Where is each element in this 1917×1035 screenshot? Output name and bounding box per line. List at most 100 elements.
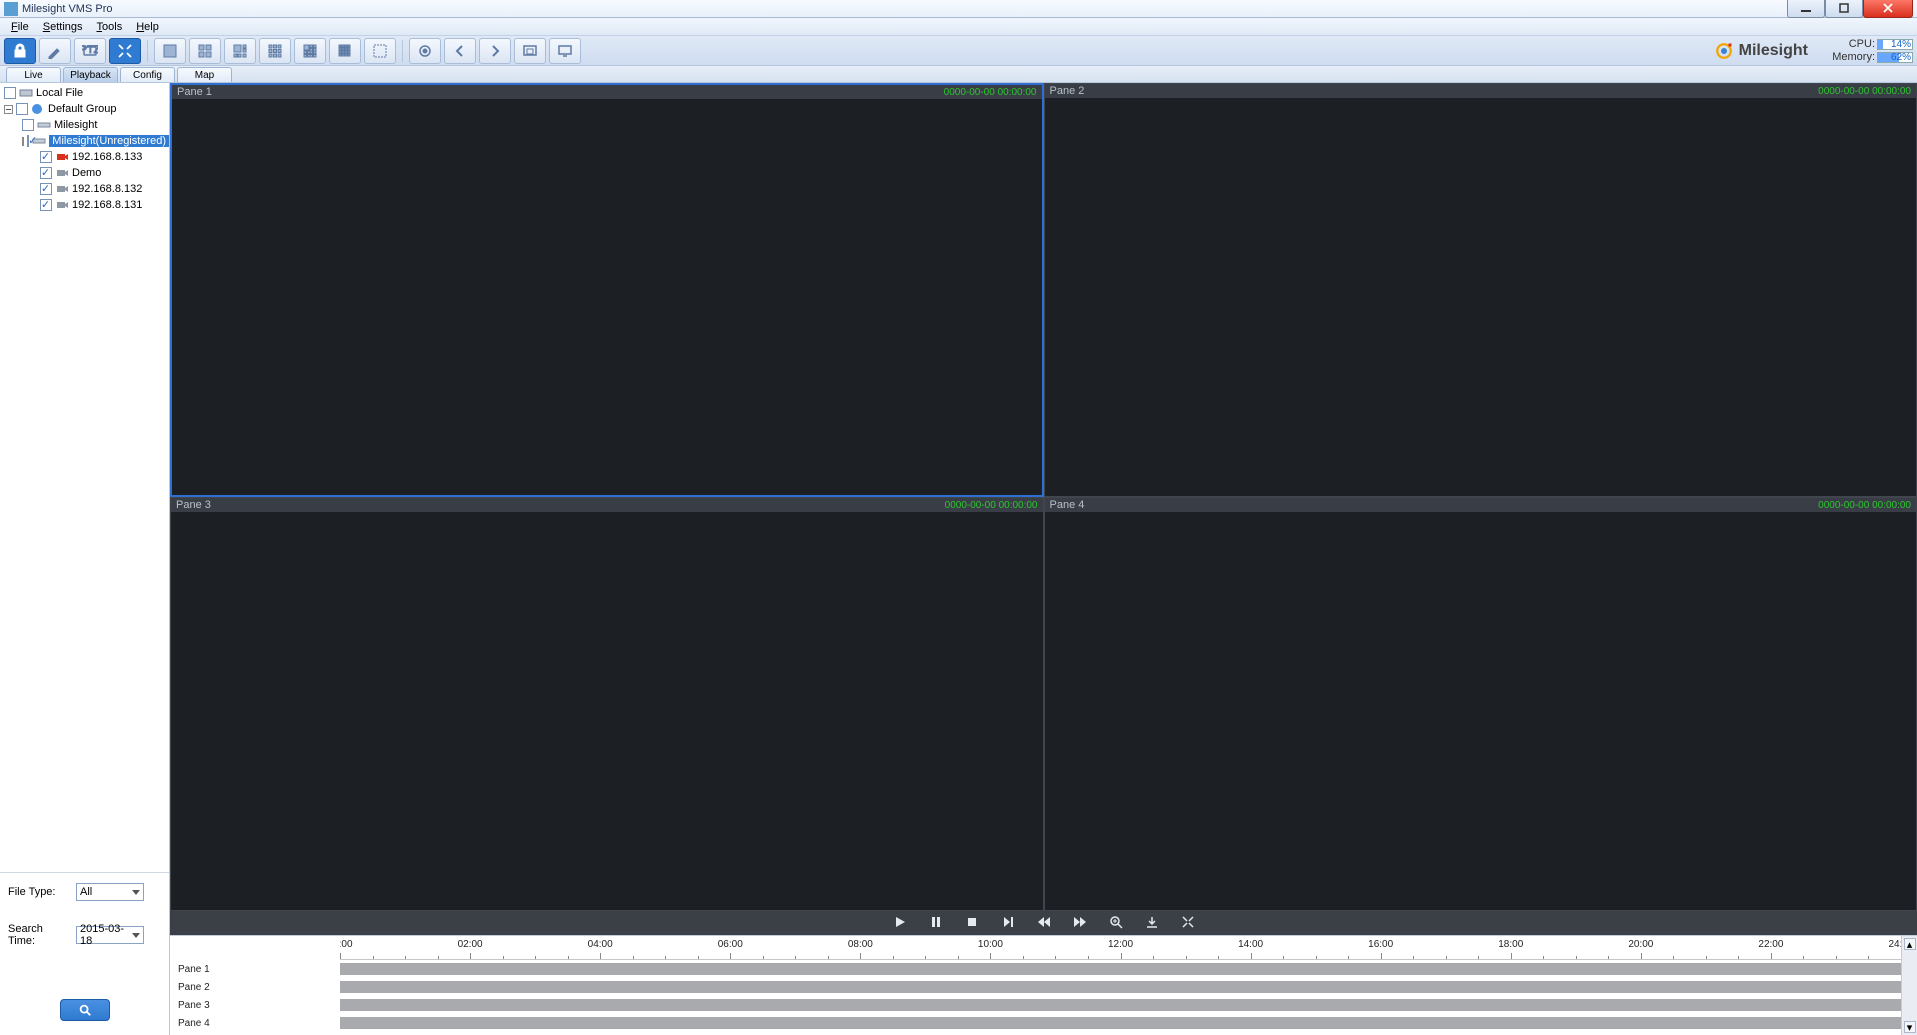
titlebar: Milesight VMS Pro	[0, 0, 1917, 18]
sidebar: Local File Default Group Milesight Miles…	[0, 83, 170, 1035]
download-button[interactable]	[1145, 915, 1159, 932]
zoom-button[interactable]	[1109, 915, 1123, 932]
tree-camera-1[interactable]: 192.168.8.133	[0, 149, 169, 165]
camera-red-icon	[55, 151, 69, 163]
pause-button[interactable]	[929, 915, 943, 932]
tree-camera-demo[interactable]: Demo	[0, 165, 169, 181]
menu-file[interactable]: File	[4, 20, 36, 34]
fullscreen-playback-button[interactable]	[1181, 915, 1195, 932]
rewind-button[interactable]	[1037, 915, 1051, 932]
pane-body	[171, 512, 1043, 910]
menu-tools[interactable]: Tools	[90, 20, 130, 34]
next-page-button[interactable]	[479, 38, 511, 64]
timeline-track[interactable]	[340, 1014, 1901, 1032]
pane-timestamp: 0000-00-00 00:00:00	[945, 500, 1038, 511]
minimize-button[interactable]	[1787, 0, 1825, 18]
timeline-track[interactable]	[340, 960, 1901, 978]
layout-16-button[interactable]	[329, 38, 361, 64]
pane-3[interactable]: Pane 30000-00-00 00:00:00	[170, 497, 1044, 911]
timeline-track[interactable]	[340, 996, 1901, 1014]
search-time-select[interactable]: 2015-03-18	[76, 926, 144, 944]
collapse-icon[interactable]	[4, 105, 13, 114]
app-title: Milesight VMS Pro	[22, 3, 112, 15]
timeline-row-label: Pane 1	[170, 960, 339, 978]
checkbox[interactable]	[27, 135, 29, 147]
pane-body	[1045, 512, 1917, 910]
layout-13-button[interactable]	[294, 38, 326, 64]
prev-page-button[interactable]	[444, 38, 476, 64]
globe-icon	[31, 103, 45, 115]
fullscreen-button[interactable]	[109, 38, 141, 64]
checkbox[interactable]	[40, 183, 52, 195]
sidebar-params: File Type: All Search Time: 2015-03-18	[0, 872, 169, 1035]
pane-2[interactable]: Pane 20000-00-00 00:00:00	[1044, 83, 1917, 497]
timeline-tick-label: 18:00	[1498, 939, 1523, 950]
tree-local-file[interactable]: Local File	[0, 85, 169, 101]
monitor-button[interactable]	[549, 38, 581, 64]
pane-body	[1045, 98, 1917, 496]
pane-4[interactable]: Pane 40000-00-00 00:00:00	[1044, 497, 1917, 911]
chevron-down-icon	[132, 890, 140, 895]
snapshot-button[interactable]	[514, 38, 546, 64]
search-button[interactable]	[60, 999, 110, 1021]
device-tree: Local File Default Group Milesight Miles…	[0, 83, 169, 872]
collapse-icon[interactable]	[22, 137, 24, 146]
timeline-axis[interactable]: 00:0002:0004:0006:0008:0010:0012:0014:00…	[340, 936, 1901, 1035]
checkbox[interactable]	[40, 167, 52, 179]
checkbox[interactable]	[4, 87, 16, 99]
record-button[interactable]	[409, 38, 441, 64]
svg-text:PTZ: PTZ	[82, 44, 98, 56]
menu-help[interactable]: Help	[129, 20, 166, 34]
layout-4-button[interactable]	[189, 38, 221, 64]
timeline-track[interactable]	[340, 978, 1901, 996]
tree-default-group[interactable]: Default Group	[0, 101, 169, 117]
scroll-up-icon[interactable]: ▴	[1904, 938, 1916, 950]
step-forward-button[interactable]	[1001, 915, 1015, 932]
checkbox[interactable]	[40, 199, 52, 211]
timeline-tick-label: 22:00	[1758, 939, 1783, 950]
layout-custom-button[interactable]	[364, 38, 396, 64]
menubar: File Settings Tools Help	[0, 18, 1917, 36]
timeline-tick-label: 10:00	[978, 939, 1003, 950]
maximize-button[interactable]	[1825, 0, 1863, 18]
memory-bar: 62%	[1877, 52, 1913, 63]
draw-button[interactable]	[39, 38, 71, 64]
play-button[interactable]	[893, 915, 907, 932]
ptz-button[interactable]: PTZ	[74, 38, 106, 64]
layout-6-button[interactable]	[224, 38, 256, 64]
menu-settings[interactable]: Settings	[36, 20, 90, 34]
tree-camera-3[interactable]: 192.168.8.132	[0, 181, 169, 197]
camera-icon	[55, 167, 69, 179]
app-icon	[4, 2, 18, 16]
tree-milesight-unregistered[interactable]: Milesight(Unregistered)	[0, 133, 169, 149]
file-type-select[interactable]: All	[76, 883, 144, 901]
tab-live[interactable]: Live	[6, 67, 61, 82]
brand-text: Milesight	[1739, 42, 1808, 60]
fast-forward-button[interactable]	[1073, 915, 1087, 932]
timeline-tick-label: 00:00	[340, 939, 353, 950]
memory-label: Memory:	[1823, 51, 1877, 63]
timeline-tick-label: 02:00	[458, 939, 483, 950]
checkbox[interactable]	[40, 151, 52, 163]
pane-1[interactable]: Pane 10000-00-00 00:00:00	[170, 83, 1044, 497]
tree-camera-4[interactable]: 192.168.8.131	[0, 197, 169, 213]
timeline-tick-label: 04:00	[588, 939, 613, 950]
stop-button[interactable]	[965, 915, 979, 932]
scroll-down-icon[interactable]: ▾	[1904, 1021, 1916, 1033]
tab-config[interactable]: Config	[120, 67, 175, 82]
resource-stats: CPU: 14% Memory: 62%	[1823, 38, 1913, 63]
tree-milesight[interactable]: Milesight	[0, 117, 169, 133]
tab-map[interactable]: Map	[177, 67, 232, 82]
checkbox[interactable]	[16, 103, 28, 115]
cpu-bar: 14%	[1877, 39, 1913, 50]
tab-playback[interactable]: Playback	[63, 67, 118, 82]
timeline-scrollbar[interactable]: ▴ ▾	[1901, 936, 1917, 1035]
lock-button[interactable]	[4, 38, 36, 64]
timeline-tick-label: 24:00	[1888, 939, 1901, 950]
tab-row: Live Playback Config Map	[0, 66, 1917, 83]
checkbox[interactable]	[22, 119, 34, 131]
layout-9-button[interactable]	[259, 38, 291, 64]
close-button[interactable]	[1863, 0, 1913, 18]
timeline-tick-label: 14:00	[1238, 939, 1263, 950]
layout-1-button[interactable]	[154, 38, 186, 64]
